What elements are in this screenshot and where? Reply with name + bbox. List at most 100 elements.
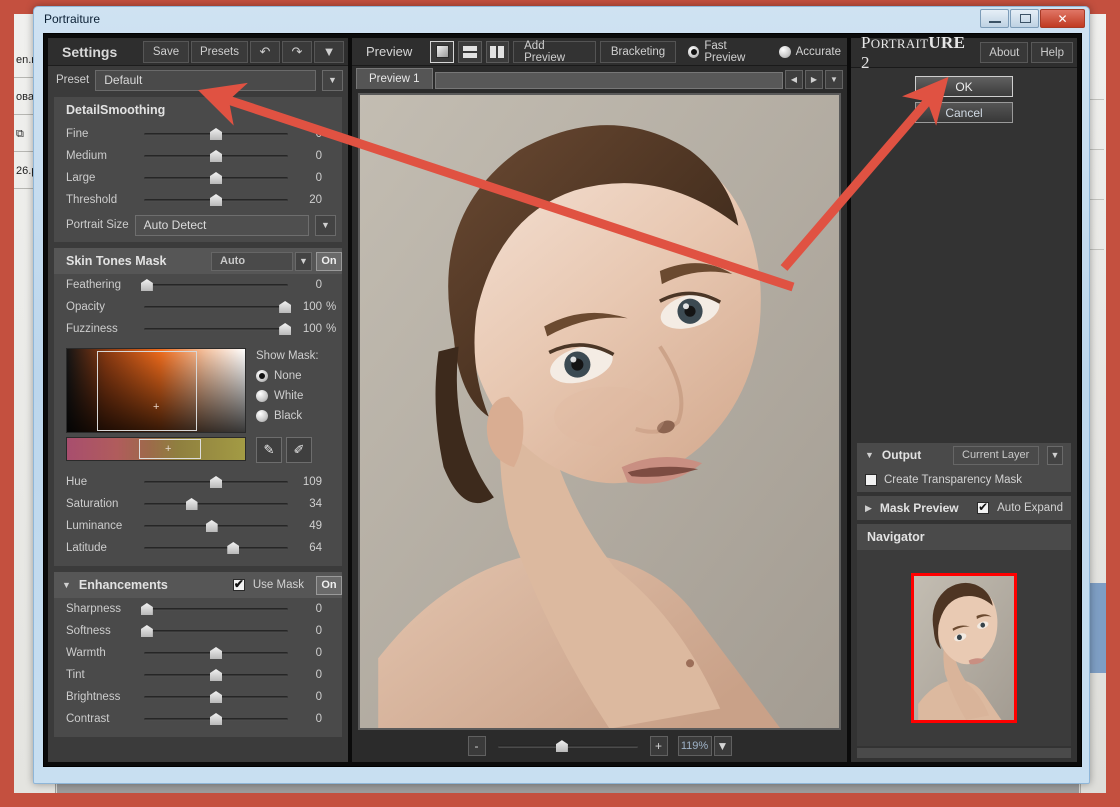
ok-button[interactable]: OK [915,76,1013,97]
maximize-button[interactable] [1010,9,1039,28]
large-slider[interactable] [144,171,288,185]
slider-knob[interactable] [210,194,222,206]
output-header[interactable]: ▼ Output Current Layer ▼ [857,443,1071,467]
opacity-slider[interactable] [144,300,292,314]
tab-preview-1[interactable]: Preview 1 [356,67,433,89]
portrait-size-select[interactable]: Auto Detect [134,214,309,236]
portrait-size-chevron-down-icon[interactable]: ▼ [315,214,336,236]
settings-menu-icon[interactable]: ▼ [314,40,344,63]
tab-menu-icon[interactable]: ▼ [825,69,843,89]
threshold-slider[interactable] [144,193,288,207]
slider-knob[interactable] [210,669,222,681]
presets-button[interactable]: Presets [191,40,248,63]
slider-row[interactable]: Tint 0 [54,664,342,686]
slider-row[interactable]: Opacity 100 % [54,296,342,318]
preview-image-container[interactable] [352,89,847,731]
enhancements-triangle-icon[interactable]: ▼ [62,580,71,590]
slider-row[interactable]: Saturation 34 [54,493,342,515]
minimize-button[interactable] [980,9,1009,28]
slider-knob[interactable] [210,691,222,703]
slider-row[interactable]: Medium 0 [54,145,342,167]
slider-knob[interactable] [555,740,568,753]
preset-select[interactable]: Default [95,69,316,91]
split-horizontal-icon[interactable] [457,40,482,63]
enhancements-on-toggle[interactable]: On [316,575,342,595]
slider-row[interactable]: Fuzziness 100 % [54,318,342,340]
zoom-out-button[interactable]: - [467,736,486,757]
skin-mask-chevron-down-icon[interactable]: ▼ [295,251,312,271]
luminance-slider[interactable] [144,519,288,533]
eyedropper-add-icon[interactable]: ✐ [286,437,312,463]
slider-knob[interactable] [227,542,240,554]
mask-preview-triangle-icon[interactable]: ▶ [865,503,872,514]
use-mask-checkbox[interactable] [232,577,245,591]
create-transparency-mask-checkbox[interactable] [865,473,877,486]
slider-row[interactable]: Contrast 0 [54,708,342,730]
sharpness-slider[interactable] [140,602,288,616]
slider-row[interactable]: Fine 0 [54,123,342,145]
skin-mask-on-toggle[interactable]: On [316,251,342,271]
help-button[interactable]: Help [1031,42,1073,63]
eyedropper-icon[interactable]: ✎ [256,437,282,463]
output-triangle-icon[interactable]: ▼ [865,450,874,460]
zoom-slider[interactable] [497,739,638,753]
skin-tone-selection-box[interactable] [97,351,197,431]
fast-preview-radio[interactable]: Fast Preview [688,40,766,64]
show-mask-radio-white[interactable]: White [256,386,319,405]
latitude-slider[interactable] [144,541,288,555]
slider-knob[interactable] [210,476,222,488]
medium-slider[interactable] [144,149,288,163]
slider-row[interactable]: Large 0 [54,167,342,189]
skin-mask-mode-select[interactable]: Auto [211,251,293,271]
cancel-button[interactable]: Cancel [915,102,1013,123]
transparency-mask-row[interactable]: Create Transparency Mask [857,467,1071,492]
preview-image[interactable] [358,92,841,731]
warmth-slider[interactable] [144,646,288,660]
saturation-slider[interactable] [144,497,288,511]
slider-knob[interactable] [210,172,222,184]
slider-knob[interactable] [210,647,222,659]
slider-row[interactable]: Feathering 0 [54,274,342,296]
slider-row[interactable]: Brightness 0 [54,686,342,708]
skin-tone-gradient-field[interactable]: + [66,348,246,433]
split-vertical-icon[interactable] [485,40,510,63]
hue-slider[interactable] [144,475,288,489]
close-button[interactable]: ✕ [1040,9,1085,28]
bracketing-button[interactable]: Bracketing [599,40,677,63]
redo-icon[interactable]: ↷ [282,40,312,63]
fine-slider[interactable] [144,127,288,141]
save-button[interactable]: Save [143,40,189,63]
slider-row[interactable]: Threshold 20 [54,189,342,211]
zoom-in-button[interactable]: + [649,736,668,757]
hue-strip[interactable]: + [66,437,246,461]
show-mask-radio-black[interactable]: Black [256,406,319,425]
brightness-slider[interactable] [144,690,288,704]
mask-preview-header[interactable]: ▶ Mask Preview Auto Expand [857,496,1071,520]
accurate-radio[interactable]: Accurate [778,45,841,58]
slider-knob[interactable] [205,520,218,532]
zoom-level-value[interactable]: 119% [677,736,712,757]
tab-next-icon[interactable]: ▶ [805,69,823,89]
about-button[interactable]: About [980,42,1029,63]
feathering-slider[interactable] [140,278,288,292]
tab-prev-icon[interactable]: ◀ [785,69,803,89]
slider-knob[interactable] [185,498,198,510]
slider-row[interactable]: Latitude 64 [54,537,342,559]
output-target-select[interactable]: Current Layer [953,445,1039,465]
slider-row[interactable]: Softness 0 [54,620,342,642]
window-title-bar[interactable]: Portraiture ✕ [34,7,1089,33]
add-preview-button[interactable]: Add Preview [513,40,596,64]
auto-expand-checkbox[interactable] [977,500,990,514]
slider-knob[interactable] [210,713,222,725]
slider-knob[interactable] [210,128,222,140]
output-chevron-down-icon[interactable]: ▼ [1047,445,1063,465]
slider-row[interactable]: Sharpness 0 [54,598,342,620]
slider-row[interactable]: Hue 109 [54,471,342,493]
softness-slider[interactable] [140,624,288,638]
fuzziness-slider[interactable] [144,322,292,336]
preset-chevron-down-icon[interactable]: ▼ [322,69,343,91]
zoom-menu-chevron-down-icon[interactable]: ▼ [713,736,732,757]
show-mask-radio-none[interactable]: None [256,366,319,385]
slider-row[interactable]: Warmth 0 [54,642,342,664]
single-view-icon[interactable] [430,40,454,63]
